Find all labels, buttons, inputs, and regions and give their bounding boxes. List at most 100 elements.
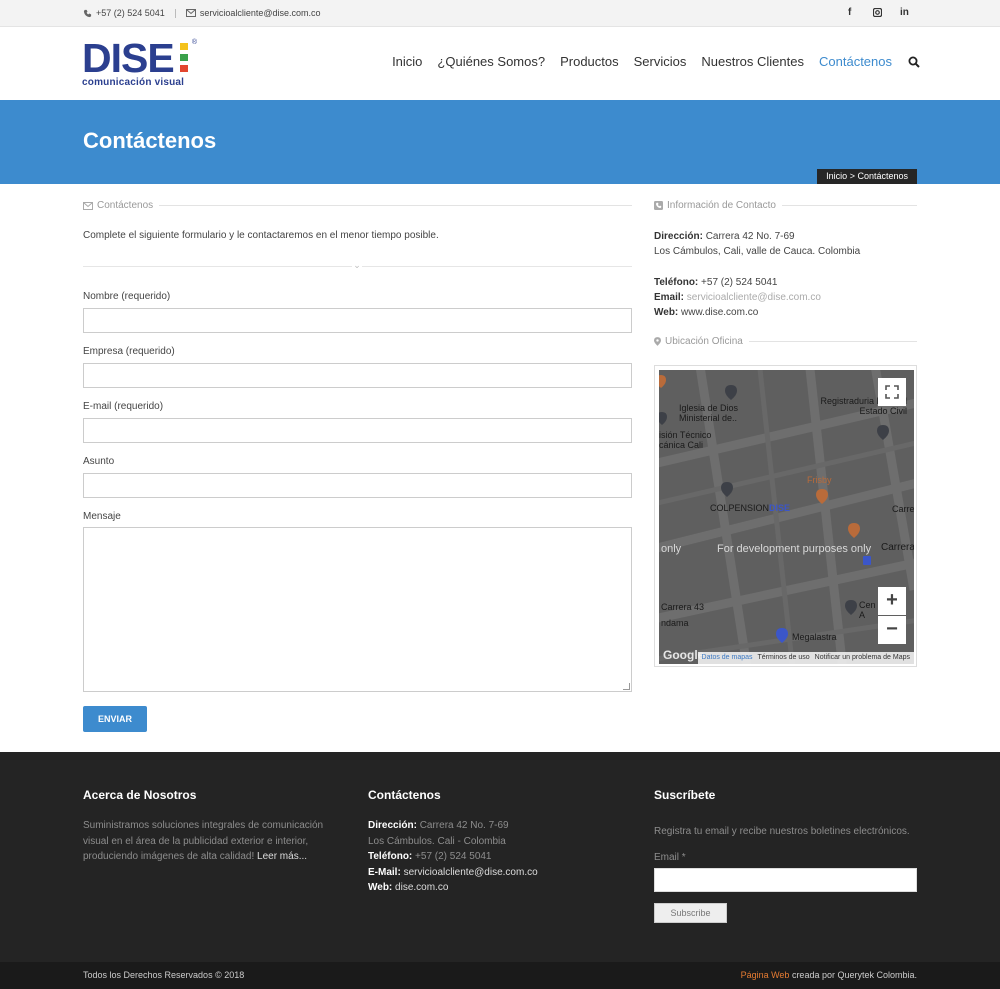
nav-productos[interactable]: Productos: [560, 54, 619, 69]
map-label-carrera43: Carrera 43: [661, 602, 705, 612]
bottom-bar: Todos los Derechos Reservados © 2018 Pág…: [0, 962, 1000, 989]
instagram-icon[interactable]: [872, 7, 883, 20]
map-terms-link[interactable]: Términos de uso: [758, 652, 810, 664]
info-section-title: Información de Contacto: [667, 200, 776, 211]
company-label: Empresa (requerido): [83, 346, 175, 357]
name-label: Nombre (requerido): [83, 291, 171, 302]
breadcrumb: Inicio > Contáctenos: [817, 169, 917, 184]
email-field[interactable]: [83, 418, 632, 443]
map-report-link[interactable]: Notificar un problema de Maps: [815, 652, 910, 664]
web-label: Web:: [654, 307, 679, 318]
zoom-out-button[interactable]: −: [878, 616, 906, 644]
info-phone: +57 (2) 524 5041: [701, 277, 778, 288]
map-label-ndama: ndama: [661, 618, 689, 628]
logo[interactable]: DISE ® comunicación visual: [82, 38, 197, 91]
zoom-in-button[interactable]: +: [878, 587, 906, 615]
map-marker-icon: [654, 337, 661, 346]
map-label-carrera-right: Carrera: [881, 542, 914, 553]
email-label: E-mail (requerido): [83, 401, 164, 412]
footer: Acerca de Nosotros Suministramos solucio…: [0, 752, 1000, 962]
resize-handle[interactable]: [623, 683, 630, 690]
footer-tel: +57 (2) 524 5041: [415, 851, 492, 862]
map-canvas[interactable]: Iglesia de Dios Ministerial de.. isión T…: [659, 370, 914, 664]
form-section-title: Contáctenos: [97, 200, 154, 211]
location-title: Ubicación Oficina: [665, 336, 743, 347]
top-bar: +57 (2) 524 5041 servicioalcliente@dise.…: [0, 0, 1000, 27]
map-label-iglesia: Iglesia de Dios Ministerial de..: [679, 403, 739, 423]
message-label: Mensaje: [83, 511, 121, 522]
map-label-colpensiones-text: COLPENSION: [710, 503, 770, 513]
map-dev-only: only: [661, 543, 682, 555]
footer-addr2: Los Cámbulos. Cali - Colombia: [368, 835, 506, 847]
breadcrumb-home[interactable]: Inicio: [826, 171, 847, 181]
top-phone-text: +57 (2) 524 5041: [96, 8, 165, 18]
footer-about-title: Acerca de Nosotros: [83, 788, 197, 802]
company-field[interactable]: [83, 363, 632, 388]
address-line1: Carrera 42 No. 7-69: [705, 231, 795, 242]
send-button[interactable]: ENVIAR: [83, 706, 147, 732]
subscribe-button[interactable]: Subscribe: [654, 902, 727, 923]
map-embed[interactable]: Iglesia de Dios Ministerial de.. isión T…: [654, 365, 917, 667]
address-label: Dirección:: [654, 231, 703, 242]
info-email-link[interactable]: servicioalcliente@dise.com.co: [687, 292, 821, 303]
footer-about: Acerca de Nosotros Suministramos solucio…: [83, 788, 333, 865]
nav-inicio[interactable]: Inicio: [392, 54, 422, 69]
nav-contactenos[interactable]: Contáctenos: [819, 54, 892, 69]
credit-text: Página Web creada por Querytek Colombia.: [741, 970, 917, 980]
info-section-heading: Información de Contacto: [654, 200, 917, 211]
heading-rule: [748, 341, 917, 342]
footer-addr-label: Dirección:: [368, 820, 417, 831]
form-intro: Complete el siguiente formulario y le co…: [83, 230, 439, 241]
breadcrumb-separator: >: [847, 171, 858, 181]
footer-about-text-block: Suministramos soluciones integrales de c…: [83, 818, 333, 865]
top-contact: +57 (2) 524 5041 servicioalcliente@dise.…: [83, 8, 321, 18]
heading-rule: [159, 205, 632, 206]
linkedin-icon[interactable]: in: [900, 7, 909, 18]
footer-mail-link[interactable]: servicioalcliente@dise.com.co: [404, 867, 538, 878]
heading-rule: [781, 205, 917, 206]
name-field[interactable]: [83, 308, 632, 333]
message-textarea[interactable]: [83, 527, 632, 692]
facebook-icon[interactable]: f: [848, 7, 851, 18]
info-web[interactable]: www.dise.com.co: [681, 307, 758, 318]
form-section-heading: Contáctenos: [83, 200, 632, 211]
footer-subscribe-text: Registra tu email y recibe nuestros bole…: [654, 826, 910, 837]
envelope-icon: [83, 201, 93, 210]
footer-subscribe: Suscríbete Registra tu email y recibe nu…: [654, 788, 917, 923]
top-email[interactable]: servicioalcliente@dise.com.co: [185, 8, 321, 18]
footer-contact-title: Contáctenos: [368, 788, 441, 802]
nav-nuestros-clientes[interactable]: Nuestros Clientes: [701, 54, 804, 69]
map-attribution: Datos de mapas Términos de uso Notificar…: [697, 652, 914, 664]
subject-field[interactable]: [83, 473, 632, 498]
location-heading: Ubicación Oficina: [654, 336, 917, 347]
footer-mail-label: E-Mail:: [368, 866, 401, 878]
email-label: Email:: [654, 292, 685, 303]
map-dev-text: For development purposes only: [717, 543, 872, 555]
phone-icon: [83, 9, 92, 17]
fullscreen-icon[interactable]: [878, 378, 906, 406]
map-label-frisby: Frisby: [807, 475, 832, 485]
page-title: Contáctenos: [83, 128, 217, 153]
envelope-icon: [185, 9, 196, 17]
subscribe-email-label: Email *: [654, 851, 686, 863]
top-phone[interactable]: +57 (2) 524 5041: [83, 8, 165, 18]
nav-quienes-somos[interactable]: ¿Quiénes Somos?: [437, 54, 545, 69]
subscribe-email-field[interactable]: [654, 867, 917, 892]
info-contacts: Teléfono: +57 (2) 524 5041 Email: servic…: [654, 275, 821, 320]
footer-contact-details: Dirección: Carrera 42 No. 7-69 Los Cámbu…: [368, 818, 608, 896]
site-header: DISE ® comunicación visual Inicio ¿Quién…: [0, 27, 1000, 100]
map-label-vision: isión Técnico cánica Cali: [659, 430, 712, 450]
map-data-link[interactable]: Datos de mapas: [702, 652, 753, 664]
nav-servicios[interactable]: Servicios: [634, 54, 687, 69]
footer-addr1: Carrera 42 No. 7-69: [419, 820, 509, 831]
main-nav: Inicio ¿Quiénes Somos? Productos Servici…: [377, 54, 920, 69]
map-label-colpensiones: COLPENSIONDISE: [710, 503, 791, 513]
search-icon[interactable]: [908, 56, 920, 68]
read-more-link[interactable]: Leer más...: [257, 851, 307, 862]
footer-web-link[interactable]: dise.com.co: [395, 882, 448, 893]
credit-link[interactable]: Página Web: [741, 970, 790, 980]
logo-tagline: comunicación visual: [82, 77, 185, 88]
phone-square-icon: [654, 201, 663, 210]
footer-subscribe-title: Suscríbete: [654, 788, 716, 802]
logo-bars: [180, 43, 188, 72]
